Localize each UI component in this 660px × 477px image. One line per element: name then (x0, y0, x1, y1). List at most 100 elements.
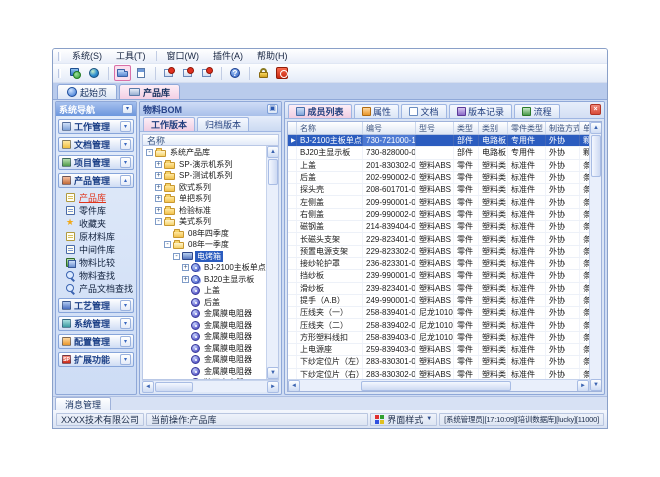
table-cell[interactable]: 提手（A.B） (297, 295, 363, 306)
tree-node[interactable]: 金属膜电阻器 (143, 354, 266, 366)
tree-node[interactable]: +BJ-2100主板单点 (143, 262, 266, 274)
chevron-up-icon[interactable]: ▴ (120, 175, 131, 186)
help-icon[interactable] (227, 65, 244, 81)
tree-node-label[interactable]: BJ-2100主板单点 (202, 262, 266, 273)
table-cell[interactable]: 下纱定位片（左） (297, 356, 363, 367)
table-row[interactable]: BJ20主显示板730-828000-04X部件电路板专用件外协颗 (288, 147, 589, 159)
column-header[interactable]: 类别 (479, 122, 508, 134)
table-cell[interactable]: 标准件 (508, 184, 546, 195)
tab-documents[interactable]: 文档 (401, 104, 447, 118)
sidebar-item[interactable]: 产品库 (65, 191, 134, 204)
table-cell[interactable]: 外协 (546, 221, 580, 232)
menu-item[interactable]: 工具(T) (109, 49, 153, 64)
tree-node[interactable]: +SP-演示机系列 (143, 159, 266, 171)
table-cell[interactable]: 标准件 (508, 283, 546, 294)
nav-group-process[interactable]: 工艺管理▾ (58, 298, 134, 313)
table-row[interactable]: ▶BJ-2100主板单点730-721000-12X部件电路板专用件外协颗 (288, 135, 589, 147)
lock-icon[interactable] (255, 65, 272, 81)
table-cell[interactable]: 压线夹（二） (297, 319, 363, 330)
tree-node[interactable]: 金属膜电阻器 (143, 366, 266, 378)
table-cell[interactable]: 258-839402-00X (363, 319, 416, 330)
tree-node-label[interactable]: 金属膜电阻器 (202, 308, 254, 319)
table-cell[interactable]: 条 (580, 160, 589, 171)
expand-icon[interactable]: + (155, 184, 162, 191)
tree-node[interactable]: 金属膜电阻器 (143, 331, 266, 343)
column-header[interactable]: 类型 (454, 122, 479, 134)
table-cell[interactable]: 探头壳 (297, 184, 363, 195)
table-cell[interactable]: 标准件 (508, 270, 546, 281)
table-cell[interactable]: 条 (580, 196, 589, 207)
table-cell[interactable]: 229-823401-00X (363, 233, 416, 244)
table-cell[interactable]: 外协 (546, 196, 580, 207)
table-cell[interactable]: 电路板 (479, 147, 508, 158)
table-cell[interactable]: 塑料ABS (416, 233, 454, 244)
table-cell[interactable]: 零件 (454, 196, 479, 207)
table-cell[interactable]: 零件 (454, 295, 479, 306)
table-row[interactable]: 下纱定位片（右）283-830302-00X塑料ABS零件塑料类标准件外协条 (288, 369, 589, 379)
scroll-right-icon[interactable]: ► (577, 380, 589, 391)
menu-item[interactable]: 系统(S) (65, 49, 109, 64)
table-cell[interactable]: 零件 (454, 283, 479, 294)
table-row[interactable]: 压线夹（一）258-839401-00X尼龙1010零件塑料类标准件外协条 (288, 307, 589, 319)
window-badge-2-icon[interactable] (180, 65, 197, 81)
table-cell[interactable]: 条 (580, 172, 589, 183)
chevron-down-icon[interactable]: ▾ (120, 300, 131, 311)
expand-icon[interactable]: + (155, 161, 162, 168)
table-cell[interactable]: 标准件 (508, 258, 546, 269)
table-cell[interactable]: 零件 (454, 172, 479, 183)
table-cell[interactable]: 塑料ABS (416, 209, 454, 220)
table-row[interactable]: 方形塑料线扣258-839403-00X尼龙1010零件塑料类标准件外协条 (288, 332, 589, 344)
tree-node-label[interactable]: 08年四季度 (186, 228, 231, 239)
table-cell[interactable]: BJ20主显示板 (297, 147, 363, 158)
table-row[interactable]: 上电源座259-839403-00X塑料ABS零件塑料类标准件外协条 (288, 344, 589, 356)
nav-group-extension[interactable]: 扩展功能▾ (58, 352, 134, 367)
scroll-up-icon[interactable]: ▲ (267, 146, 279, 158)
menu-item[interactable]: 窗口(W) (160, 49, 207, 64)
scroll-left-icon[interactable]: ◄ (288, 380, 300, 391)
table-cell[interactable]: 外协 (546, 270, 580, 281)
scroll-right-icon[interactable]: ► (267, 381, 279, 393)
column-header[interactable]: 名称 (297, 122, 363, 134)
tree-node-label[interactable]: 金属膜电阻器 (202, 366, 254, 377)
tree-node[interactable]: 金属膜电阻器 (143, 308, 266, 320)
table-cell[interactable]: 标准件 (508, 172, 546, 183)
table-cell[interactable]: 条 (580, 356, 589, 367)
table-cell[interactable]: 条 (580, 221, 589, 232)
close-icon[interactable]: × (590, 104, 601, 115)
table-cell[interactable]: 塑料类 (479, 221, 508, 232)
column-header[interactable]: 型号 (416, 122, 454, 134)
scroll-left-icon[interactable]: ◄ (142, 381, 154, 393)
tree-horizontal-scrollbar[interactable]: ◄ ► (142, 380, 279, 392)
table-cell[interactable]: 零件 (454, 332, 479, 343)
table-cell[interactable]: 压线夹（一） (297, 307, 363, 318)
table-cell[interactable]: 塑料类 (479, 233, 508, 244)
tree-node-label[interactable]: 金属膜电阻器 (202, 343, 254, 354)
tree-node[interactable]: -08年一季度 (143, 239, 266, 251)
table-cell[interactable]: 塑料ABS (416, 184, 454, 195)
table-cell[interactable]: 标准件 (508, 196, 546, 207)
expand-icon[interactable]: + (155, 172, 162, 179)
tree-node[interactable]: +SP-测试机系列 (143, 170, 266, 182)
table-cell[interactable]: 塑料ABS (416, 258, 454, 269)
expand-icon[interactable]: + (155, 207, 162, 214)
tree-node-label[interactable]: 独石电容器 (202, 377, 246, 379)
tree-node-label[interactable]: 系统产品库 (168, 147, 212, 158)
table-cell[interactable]: 283-830301-00X (363, 356, 416, 367)
tree-node-label[interactable]: 美式系列 (177, 216, 213, 227)
table-cell[interactable]: 塑料类 (479, 184, 508, 195)
grid-horizontal-scrollbar[interactable]: ◄ ► (288, 379, 589, 391)
table-cell[interactable]: 尼龙1010 (416, 332, 454, 343)
scroll-up-icon[interactable]: ▲ (590, 122, 602, 134)
tree-vertical-scrollbar[interactable]: ▲ ▼ (266, 146, 278, 379)
tab-members-list[interactable]: 成员列表 (288, 104, 352, 118)
sidebar-item[interactable]: 物料查找 (65, 269, 134, 282)
tree-column-header[interactable]: 名称 (142, 134, 279, 146)
grid-vscroll-thumb[interactable] (591, 135, 601, 177)
table-cell[interactable]: 零件 (454, 319, 479, 330)
table-row[interactable]: 磁钢盖214-839404-01X塑料ABS零件塑料类标准件外协条 (288, 221, 589, 233)
table-cell[interactable]: 外协 (546, 160, 580, 171)
table-row[interactable]: 提手（A.B）249-990001-01X塑料ABS零件塑料类标准件外协条 (288, 295, 589, 307)
tab-product-library[interactable]: 产品库 (119, 84, 180, 99)
table-cell[interactable]: 塑料ABS (416, 283, 454, 294)
collapse-icon[interactable]: - (164, 241, 171, 248)
